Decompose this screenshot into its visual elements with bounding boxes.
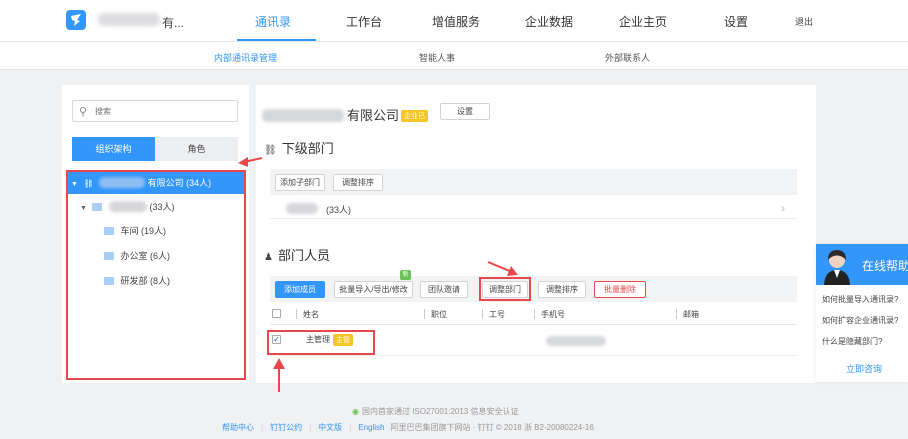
footer-chinese[interactable]: 中文版 (318, 423, 342, 432)
separator: | (309, 423, 312, 432)
certification-text: 国内首家通过 ISO27001:2013 信息安全认证 (361, 407, 519, 416)
help-question-link[interactable]: 如何扩容企业通讯录? (822, 315, 898, 326)
arrow-head (238, 157, 248, 167)
footer-certification: ◉ 国内首家通过 ISO27001:2013 信息安全认证 (352, 406, 518, 417)
online-help-panel: 在线帮助 如何批量导入通讯录? 如何扩容企业通讯录? 什么是隐藏部门? 立即咨询 (816, 244, 908, 382)
help-question-link[interactable]: 如何批量导入通讯录? (822, 294, 898, 305)
shield-check-icon: ◉ (352, 407, 359, 416)
consult-now-link[interactable]: 立即咨询 (846, 362, 882, 375)
footer-english[interactable]: English (358, 423, 384, 432)
arrow-head (273, 358, 285, 369)
footer-links: 帮助中心 | 钉钉公约 | 中文版 | English 阿里巴巴集团旗下网站 · 钉钉 © 2… (222, 422, 594, 433)
help-header[interactable]: 在线帮助 (816, 244, 908, 285)
separator: | (261, 423, 264, 432)
arrow-to-adjust-dept (487, 261, 513, 273)
annotation-arrows (238, 157, 518, 392)
help-title: 在线帮助 (862, 259, 908, 273)
support-agent-avatar (824, 250, 850, 285)
footer-copyright: 阿里巴巴集团旗下网站 · 钉钉 © 2018 浙 B2-20080224-16 (390, 423, 594, 432)
separator: | (349, 423, 352, 432)
footer-help-center[interactable]: 帮助中心 (222, 423, 254, 432)
footer-dingtalk-convention[interactable]: 钉钉公约 (270, 423, 302, 432)
help-question-link[interactable]: 什么是隐藏部门? (822, 336, 882, 347)
